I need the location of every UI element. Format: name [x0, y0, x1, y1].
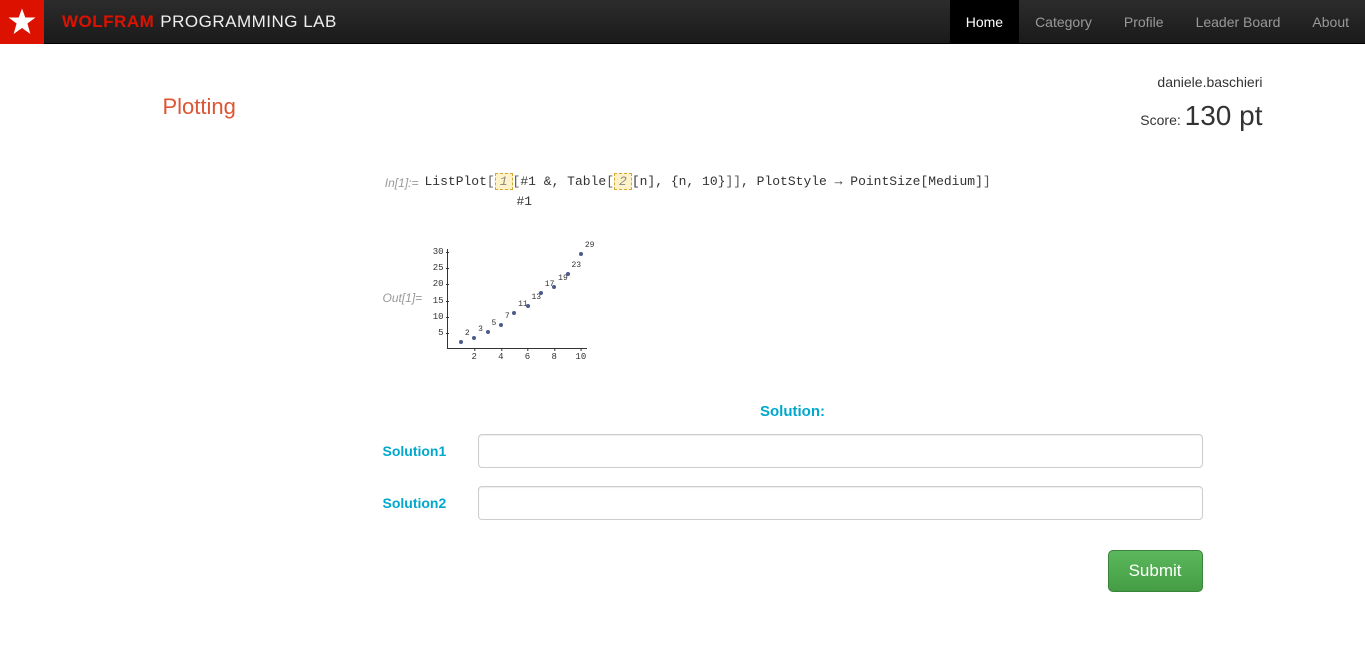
solution1-input[interactable] [478, 434, 1203, 468]
data-point [486, 330, 490, 334]
data-point [512, 311, 516, 315]
y-tick: 25 [425, 263, 444, 273]
y-tick: 10 [425, 312, 444, 322]
solution2-label: Solution2 [383, 495, 478, 511]
data-point [472, 336, 476, 340]
in-label: In[1]:= [383, 172, 425, 190]
page-title: Plotting [163, 94, 236, 120]
data-point [459, 340, 463, 344]
input-cell: In[1]:= ListPlot[1[#1 &, Table[2[n], {n,… [383, 172, 1203, 211]
x-tick: 10 [575, 352, 586, 362]
data-point [579, 252, 583, 256]
nav-profile[interactable]: Profile [1108, 0, 1180, 43]
username: daniele.baschieri [1140, 74, 1262, 90]
code-content: ListPlot[1[#1 &, Table[2[n], {n, 10}]], … [425, 172, 991, 211]
solution2-input[interactable] [478, 486, 1203, 520]
x-tick: 4 [498, 352, 503, 362]
data-point [539, 291, 543, 295]
solution1-label: Solution1 [383, 443, 478, 459]
solution-section: Solution: Solution1 Solution2 Submit [383, 403, 1203, 592]
blank-2[interactable]: 2 [614, 173, 632, 190]
out-label: Out[1]= [383, 241, 425, 305]
notebook-area: In[1]:= ListPlot[1[#1 &, Table[2[n], {n,… [383, 172, 1203, 375]
brand-part2: PROGRAMMING LAB [160, 12, 337, 32]
wolfram-logo-icon [0, 0, 44, 44]
x-tick: 2 [471, 352, 476, 362]
brand-text: WOLFRAM PROGRAMMING LAB [44, 12, 337, 32]
data-label: 5 [492, 319, 497, 328]
brand-part1: WOLFRAM [62, 12, 154, 32]
y-tick: 15 [425, 296, 444, 306]
nav-home[interactable]: Home [950, 0, 1019, 43]
score-label: Score: [1140, 112, 1180, 128]
nav-leaderboard[interactable]: Leader Board [1180, 0, 1297, 43]
score-line: Score: 130 pt [1140, 100, 1262, 132]
data-point [499, 323, 503, 327]
nav-items: Home Category Profile Leader Board About [950, 0, 1365, 43]
output-plot: 2468102357111317192329 51015202530 [425, 245, 595, 375]
output-cell: Out[1]= 2468102357111317192329 510152025… [383, 241, 1203, 375]
score-value: 130 pt [1185, 100, 1263, 131]
x-tick: 6 [525, 352, 530, 362]
data-point [526, 304, 530, 308]
data-point [566, 272, 570, 276]
nav-about[interactable]: About [1296, 0, 1365, 43]
y-tick: 20 [425, 279, 444, 289]
data-label: 23 [572, 261, 582, 270]
blank-1[interactable]: 1 [495, 173, 513, 190]
y-tick: 5 [425, 328, 444, 338]
navbar-brand[interactable]: WOLFRAM PROGRAMMING LAB [0, 0, 337, 43]
data-label: 2 [465, 329, 470, 338]
data-label: 7 [505, 312, 510, 321]
navbar: WOLFRAM PROGRAMMING LAB Home Category Pr… [0, 0, 1365, 44]
data-point [552, 285, 556, 289]
submit-button[interactable]: Submit [1108, 550, 1203, 592]
data-label: 3 [478, 325, 483, 334]
solution-header: Solution: [383, 403, 1203, 420]
y-tick: 30 [425, 247, 444, 257]
x-tick: 8 [551, 352, 556, 362]
nav-category[interactable]: Category [1019, 0, 1108, 43]
data-label: 29 [585, 241, 595, 250]
user-info: daniele.baschieri Score: 130 pt [1140, 74, 1262, 132]
